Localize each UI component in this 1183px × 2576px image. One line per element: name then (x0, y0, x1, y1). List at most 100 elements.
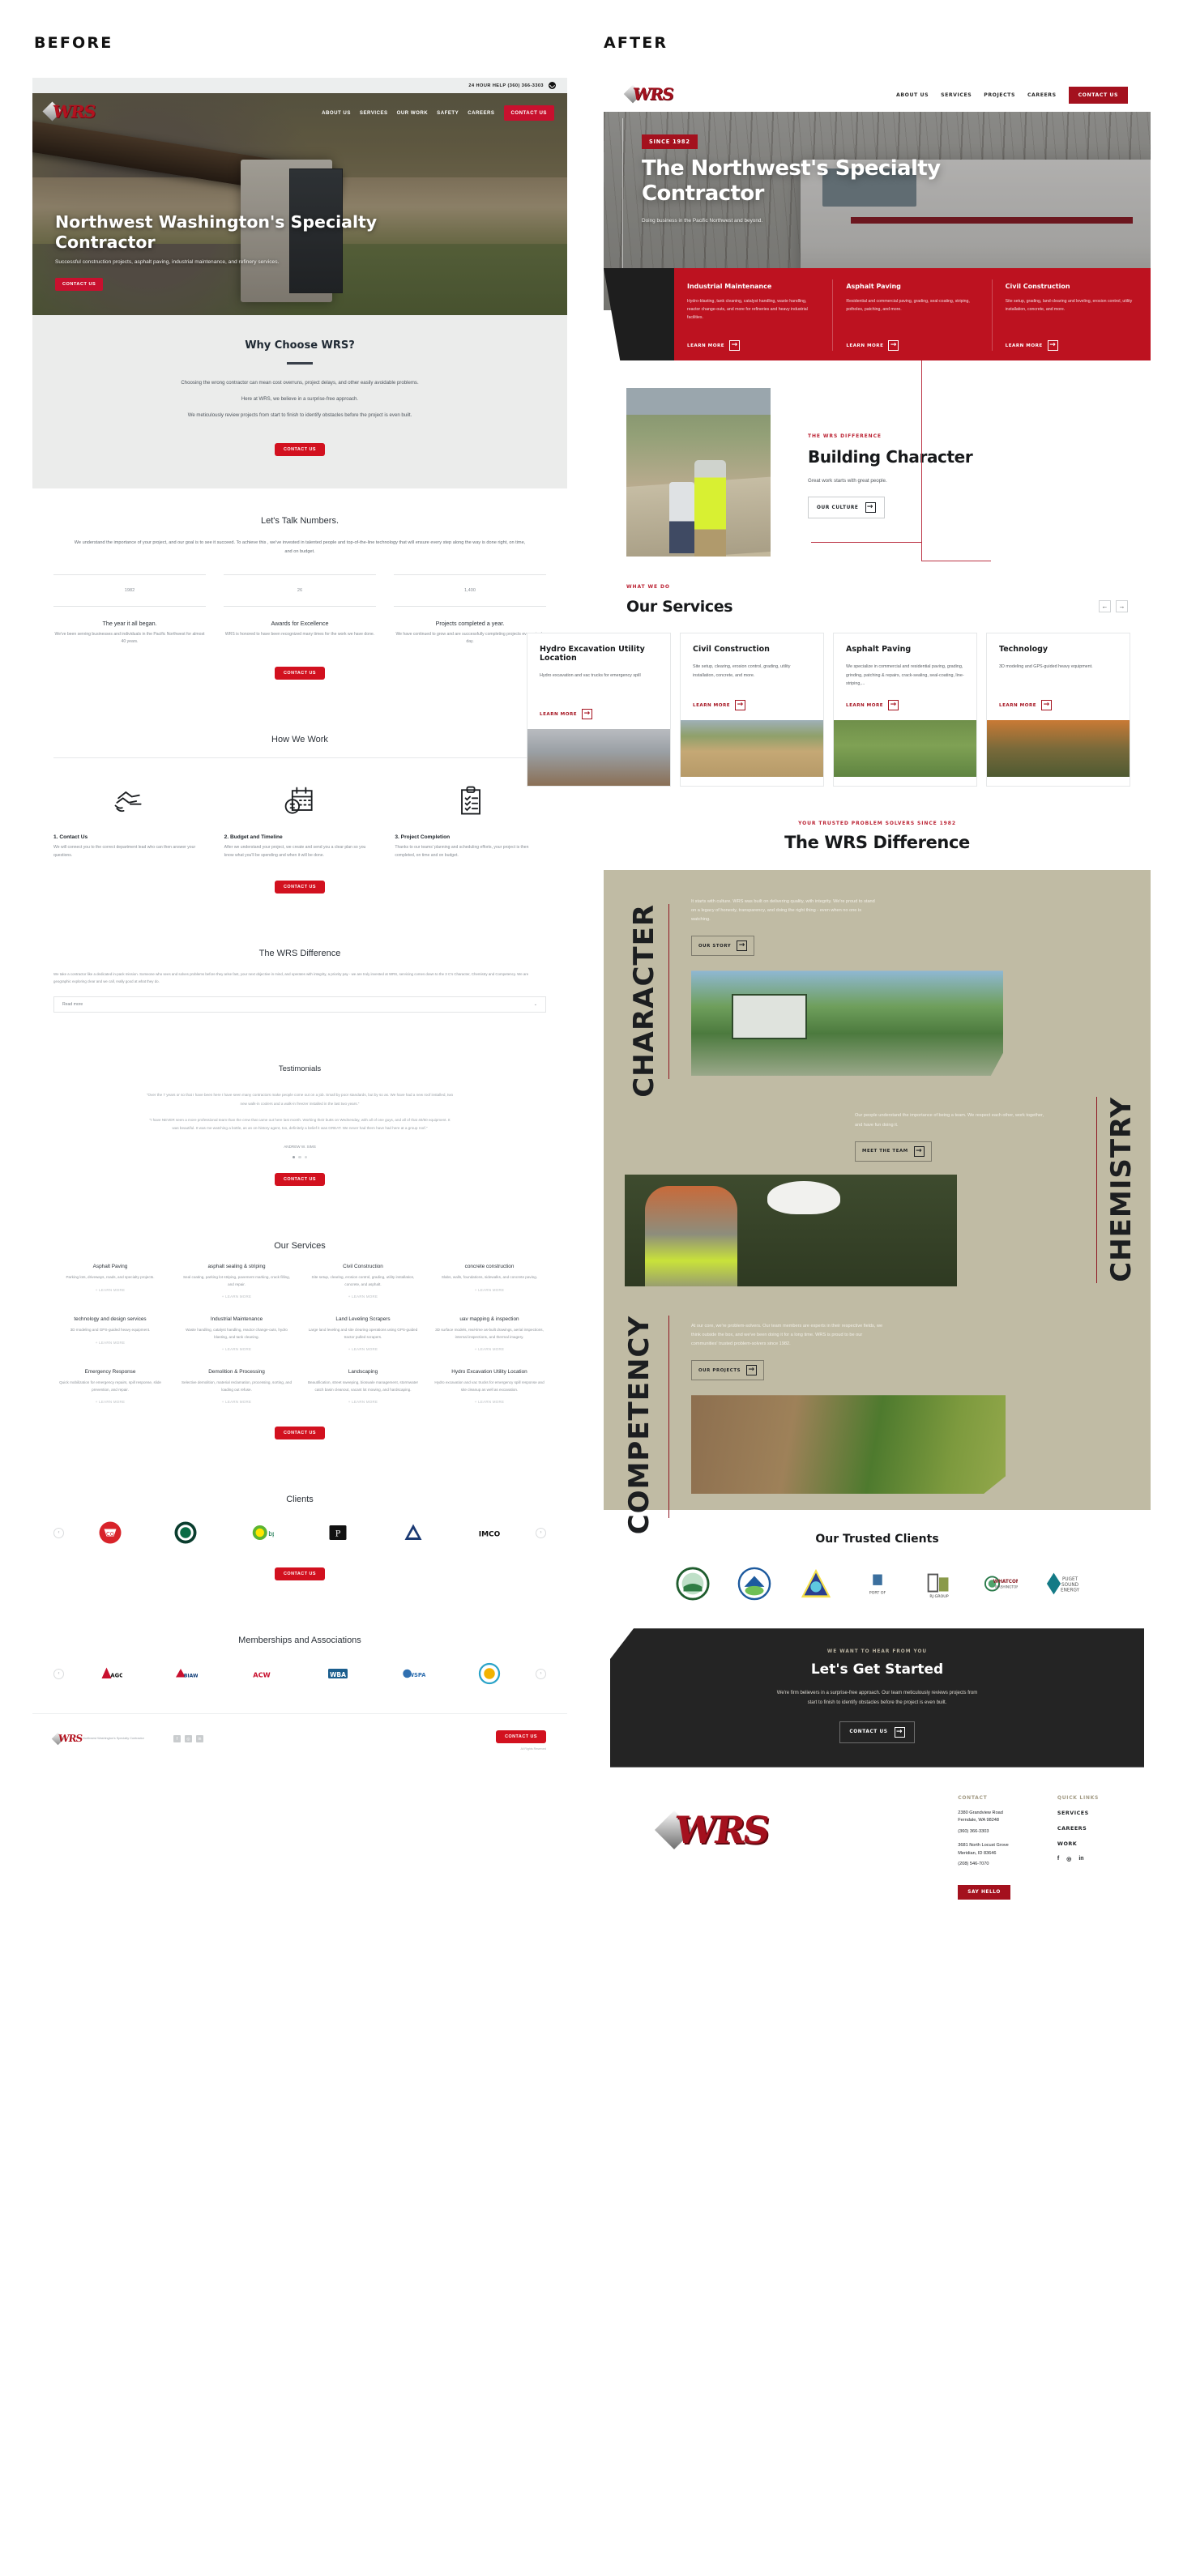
instagram-icon[interactable]: ◎ (1066, 1856, 1071, 1862)
nav-item-projects[interactable]: PROJECTS (984, 92, 1015, 98)
carousel-dot[interactable] (292, 1155, 296, 1159)
our-story-button[interactable]: OUR STORY → (691, 936, 755, 957)
hero-service-card[interactable]: Asphalt Paving Residential and commercia… (832, 279, 991, 351)
nav-contact-us-button[interactable]: CONTACT US (1068, 86, 1128, 104)
footer-link-work[interactable]: WORK (1057, 1840, 1099, 1847)
service-learn-more[interactable]: + LEARN MORE (53, 1341, 167, 1345)
address-city: Meridian, ID 83646 (958, 1850, 997, 1856)
service-card[interactable]: Technology 3D modeling and GPS-guided he… (986, 633, 1130, 787)
wrs-logo[interactable]: WRS (42, 100, 96, 125)
address-phone[interactable]: (208) 546-7070 (958, 1861, 1010, 1869)
wrs-difference-section: The WRS Difference We take a contractor … (32, 921, 567, 1040)
service-learn-more[interactable]: + LEARN MORE (433, 1347, 546, 1351)
service-learn-more[interactable]: + LEARN MORE (180, 1347, 293, 1351)
service-desc: Parking lots, driveways, roads, and spec… (66, 1275, 155, 1280)
read-more-accordion[interactable]: Read more ⌄ (53, 996, 546, 1013)
service-card[interactable]: Asphalt Paving We specialize in commerci… (833, 633, 977, 787)
heading-rule (287, 362, 313, 365)
services-contact-us-button[interactable]: CONTACT US (275, 1427, 325, 1439)
service-card[interactable]: Hydro Excavation Utility Location Hydro … (527, 633, 671, 787)
hero-service-card[interactable]: Civil Construction Site setup, grading, … (991, 279, 1151, 351)
nav-item-careers[interactable]: CAREERS (1027, 92, 1057, 98)
carousel-dots[interactable] (53, 1155, 546, 1159)
card-learn-more[interactable]: LEARN MORE → (687, 340, 819, 351)
cta-contact-us-button[interactable]: CONTACT US → (839, 1721, 915, 1743)
service-learn-more[interactable]: + LEARN MORE (433, 1400, 546, 1404)
service-learn-more[interactable]: + LEARN MORE (53, 1288, 167, 1292)
hero-service-card[interactable]: Industrial Maintenance Hydro-blasting, t… (674, 279, 832, 351)
carousel-prev-arrow[interactable]: ‹ (53, 1527, 64, 1538)
service-item[interactable]: uav mapping & inspection 3D surface model… (433, 1316, 546, 1351)
meet-the-team-button[interactable]: MEET THE TEAM → (855, 1141, 932, 1162)
nav-item-about-us[interactable]: ABOUT US (896, 92, 929, 98)
service-item[interactable]: Hydro Excavation Utility Location Hydro e… (433, 1369, 546, 1404)
say-hello-button[interactable]: SAY HELLO (958, 1884, 1010, 1900)
service-learn-more[interactable]: + LEARN MORE (53, 1400, 167, 1404)
footer-link-services[interactable]: SERVICES (1057, 1810, 1099, 1816)
how-contact-us-button[interactable]: CONTACT US (275, 881, 325, 894)
after-navbar: WRS ABOUT US SERVICES PROJECTS CAREERS C… (604, 78, 1151, 112)
phone-icon[interactable] (549, 82, 556, 89)
carousel-next-arrow[interactable]: › (536, 1527, 546, 1538)
service-desc: Large land leveling and site clearing op… (308, 1328, 418, 1339)
nav-item-services[interactable]: SERVICES (941, 92, 972, 98)
why-contact-us-button[interactable]: CONTACT US (275, 443, 325, 457)
whatcom-county-washington-logo: WHATCOMWASHINGTON (984, 1576, 1018, 1592)
card-learn-more[interactable]: LEARN MORE → (999, 700, 1117, 711)
service-item[interactable]: Civil Construction Site setup, clearing, … (306, 1264, 420, 1299)
carousel-prev-arrow[interactable]: ‹ (53, 1668, 64, 1679)
nav-item-services[interactable]: SERVICES (360, 110, 388, 116)
card-learn-more[interactable]: LEARN MORE → (540, 709, 658, 720)
service-item[interactable]: technology and design services 3D modelin… (53, 1316, 167, 1351)
numbers-contact-us-button[interactable]: CONTACT US (275, 667, 325, 680)
testimonials-contact-us-button[interactable]: CONTACT US (275, 1173, 325, 1187)
clients-heading: Our Trusted Clients (815, 1533, 939, 1546)
our-projects-button[interactable]: OUR PROJECTS → (691, 1360, 765, 1381)
clients-contact-us-button[interactable]: CONTACT US (275, 1567, 325, 1580)
service-item[interactable]: Land Leveling Scrapers Large land levelin… (306, 1316, 420, 1351)
instagram-icon[interactable]: ◎ (184, 1735, 192, 1742)
linkedin-icon[interactable]: in (1078, 1856, 1083, 1862)
arrow-right-icon[interactable]: → (1116, 600, 1128, 612)
card-learn-more[interactable]: LEARN MORE → (1006, 340, 1138, 351)
facebook-icon[interactable]: f (1057, 1856, 1059, 1862)
service-card[interactable]: Civil Construction Site setup, clearing,… (680, 633, 824, 787)
service-learn-more[interactable]: + LEARN MORE (306, 1400, 420, 1404)
hero-contact-us-button[interactable]: CONTACT US (55, 278, 104, 291)
nav-item-our-work[interactable]: OUR WORK (397, 110, 429, 116)
facebook-icon[interactable]: f (173, 1735, 181, 1742)
nav-item-safety[interactable]: SAFETY (437, 110, 459, 116)
service-learn-more[interactable]: + LEARN MORE (306, 1347, 420, 1351)
service-item[interactable]: asphalt sealing & striping Seal coating, … (180, 1264, 293, 1299)
service-item[interactable]: concrete construction Slabs, walls, found… (433, 1264, 546, 1299)
arrow-left-icon[interactable]: ← (1099, 600, 1111, 612)
service-learn-more[interactable]: + LEARN MORE (433, 1288, 546, 1292)
carousel-dot[interactable] (304, 1155, 308, 1159)
nav-item-about-us[interactable]: ABOUT US (322, 110, 351, 116)
card-learn-more[interactable]: LEARN MORE → (846, 340, 978, 351)
service-learn-more[interactable]: + LEARN MORE (180, 1294, 293, 1299)
carousel-next-arrow[interactable]: › (536, 1668, 546, 1679)
footer-contact-us-button[interactable]: CONTACT US (496, 1730, 546, 1743)
footer-link-careers[interactable]: CAREERS (1057, 1825, 1099, 1832)
wrs-logo[interactable]: WRS (623, 83, 677, 106)
service-item[interactable]: Landscaping Beautification, street sweepi… (306, 1369, 420, 1404)
service-item[interactable]: Emergency Response Quick mobilization for… (53, 1369, 167, 1404)
service-item[interactable]: Asphalt Paving Parking lots, driveways, r… (53, 1264, 167, 1299)
service-learn-more[interactable]: + LEARN MORE (180, 1400, 293, 1404)
service-item[interactable]: Demolition & Processing Selective demolit… (180, 1369, 293, 1404)
card-learn-more[interactable]: LEARN MORE → (846, 700, 964, 711)
service-learn-more[interactable]: + LEARN MORE (306, 1294, 420, 1299)
footer-logo[interactable]: WRS (51, 1732, 83, 1746)
carousel-dot[interactable] (298, 1155, 301, 1159)
footer-logo[interactable]: WRS (654, 1805, 771, 1853)
service-item[interactable]: Industrial Maintenance Waste handling, ca… (180, 1316, 293, 1351)
services-carousel[interactable]: Hydro Excavation Utility Location Hydro … (527, 633, 1151, 787)
nav-item-careers[interactable]: CAREERS (468, 110, 494, 116)
service-title: Demolition & Processing (208, 1369, 265, 1375)
nav-contact-us-button[interactable]: CONTACT US (503, 104, 554, 121)
our-culture-button[interactable]: OUR CULTURE → (808, 497, 885, 519)
address-phone[interactable]: (360) 366-3303 (958, 1828, 1010, 1836)
linkedin-icon[interactable]: in (195, 1735, 203, 1742)
card-learn-more[interactable]: LEARN MORE → (693, 700, 811, 711)
